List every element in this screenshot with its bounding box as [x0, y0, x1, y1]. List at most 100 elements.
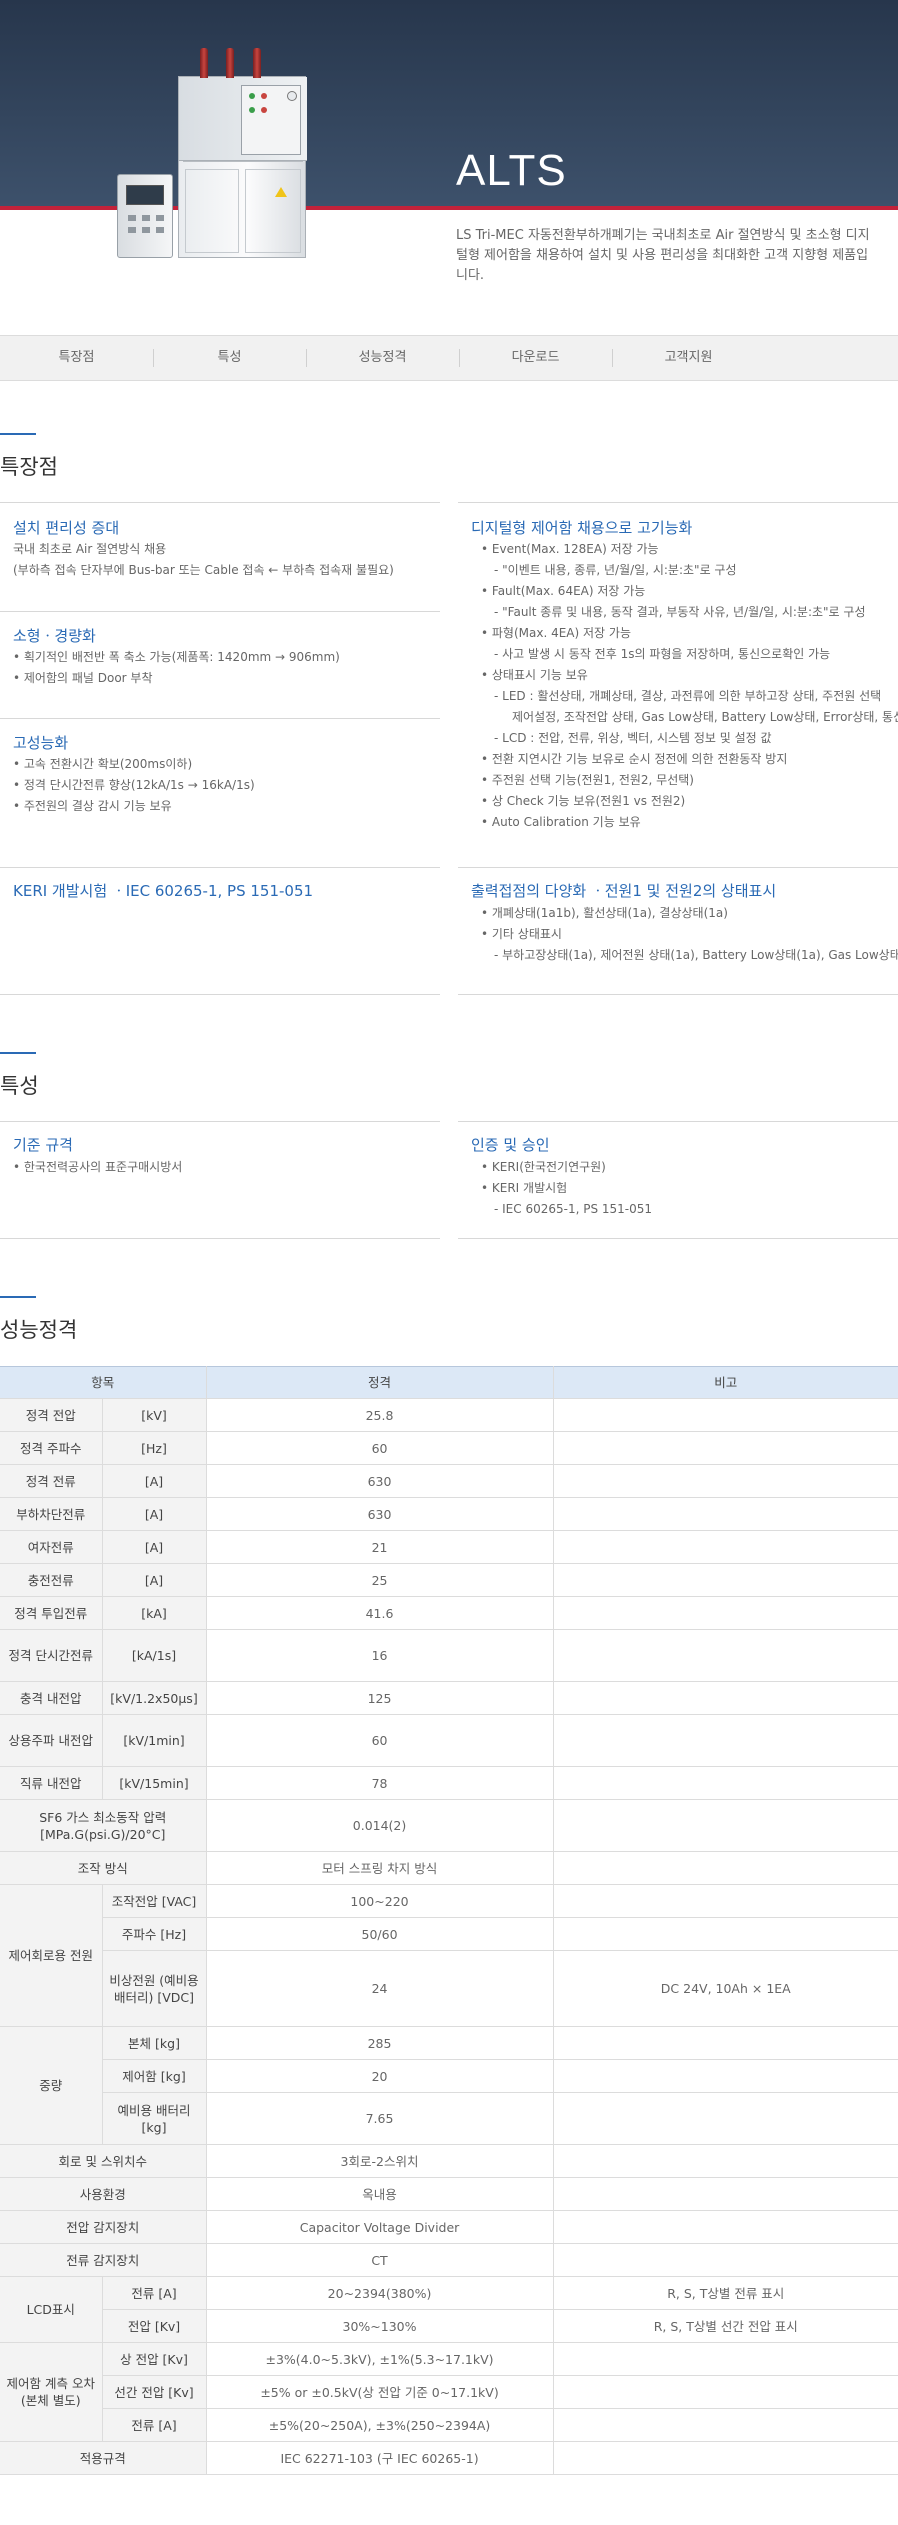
tab-characteristics[interactable]: 특성: [153, 336, 306, 380]
row-value: 25.8: [205, 1398, 554, 1432]
feature-title: 기준 규격: [13, 1136, 73, 1154]
feature-line: • 제어함의 패널 Door 부착: [13, 671, 153, 685]
feature-title: 설치 편리성 증대: [13, 519, 120, 537]
row-note: [552, 1917, 898, 1951]
feature-line: • Event(Max. 128EA) 저장 가능: [481, 542, 659, 556]
row-sub-label: 전류 [A]: [101, 2276, 207, 2310]
feature-line: - IEC 60265-1, PS 151-051: [494, 1202, 653, 1216]
tab-support[interactable]: 고객지원: [612, 336, 765, 380]
page-title: ALTS: [456, 146, 567, 195]
row-label: 적용규격: [0, 2441, 207, 2475]
feature-line: - LCD : 전압, 전류, 위상, 벡터, 시스템 정보 및 설정 값: [494, 731, 772, 745]
row-value: 125: [205, 1681, 554, 1715]
table-body: 정격 전압 [kV] 25.8 정격 주파수 [Hz] 60 정격 전류 [A] 630 부하차단…: [0, 1398, 898, 2475]
feature-block: 출력접점의 다양화 ㆍ전원1 및 전원2의 상태표시 • 개폐상태(1a1b),…: [458, 867, 898, 995]
row-note: [552, 1398, 898, 1432]
tab-ratings[interactable]: 성능정격: [306, 336, 459, 380]
row-value: 7.65: [205, 2092, 554, 2145]
row-note: [552, 2375, 898, 2409]
feature-line: • 기타 상태표시: [481, 927, 562, 941]
row-value: 100~220: [205, 1884, 554, 1918]
feature-line: • 파형(Max. 4EA) 저장 가능: [481, 626, 631, 640]
feature-title: 고성능화: [13, 734, 69, 752]
row-note: [552, 1596, 898, 1630]
tab-features[interactable]: 특장점: [0, 336, 153, 380]
table-row: 상용주파 내전압 [kV/1min] 60: [0, 1714, 898, 1767]
row-value: ±5% or ±0.5kV(상 전압 기준 0~17.1kV): [205, 2375, 554, 2409]
row-label: 충격 내전압: [0, 1681, 103, 1715]
row-label: 조작 방식: [0, 1851, 207, 1885]
row-note: [552, 2210, 898, 2244]
product-image: [178, 76, 307, 258]
table-row: 전류 감지장치 CT: [0, 2243, 898, 2277]
row-value: Capacitor Voltage Divider: [205, 2210, 554, 2244]
row-value: 옥내용: [205, 2177, 554, 2211]
row-value: 모터 스프링 차지 방식: [205, 1851, 554, 1885]
feature-line: • 주전원 선택 기능(전원1, 전원2, 무선택): [481, 773, 694, 787]
row-note: [552, 1714, 898, 1767]
table-row: 비상전원 (예비용 배터리) [VDC] 24 DC 24V, 10Ah × 1EA: [0, 1950, 898, 2027]
table-row: 사용환경 옥내용: [0, 2177, 898, 2211]
row-label: 부하차단전류: [0, 1497, 103, 1531]
table-row: 제어함 계측 오차 (본체 별도) 상 전압 [Kv] ±3%(4.0~5.3kV)…: [0, 2342, 898, 2442]
row-value: 16: [205, 1629, 554, 1682]
feature-block: 소형ㆍ경량화 • 획기적인 배전반 폭 축소 가능(제품폭: 1420mm → …: [0, 611, 440, 719]
row-label: 전류 감지장치: [0, 2243, 207, 2277]
row-value: 41.6: [205, 1596, 554, 1630]
feature-block: KERI 개발시험 ㆍIEC 60265-1, PS 151-051: [0, 867, 440, 995]
row-sub-label: 주파수 [Hz]: [102, 1917, 207, 1951]
table-row: 회로 및 스위치수 3회로-2스위치: [0, 2144, 898, 2178]
row-label: 전압 감지장치: [0, 2210, 207, 2244]
feature-line: • 고속 전환시간 확보(200ms이하): [13, 757, 193, 771]
feature-line: • 획기적인 배전반 폭 축소 가능(제품폭: 1420mm → 906mm): [13, 650, 340, 664]
table-row: 제어함 [kg] 20: [0, 2059, 898, 2093]
row-note: [552, 1431, 898, 1465]
row-sub-label: 본체 [kg]: [101, 2026, 207, 2060]
section-divider: [0, 1296, 36, 1298]
row-note: [552, 1563, 898, 1597]
table-row: 정격 주파수 [Hz] 60: [0, 1431, 898, 1465]
hero-description: LS Tri-MEC 자동전환부하개폐기는 국내최초로 Air 절연방식 및 초…: [456, 228, 870, 283]
row-unit: [kA/1s]: [101, 1629, 207, 1682]
table-row: 전압 [Kv] 30%~130% R, S, T상별 선간 전압 표시: [0, 2309, 898, 2343]
section-divider: [0, 433, 36, 435]
feature-block: 디지털형 제어함 채용으로 고기능화 • Event(Max. 128EA) 저…: [458, 502, 898, 859]
row-value: 30%~130%: [205, 2309, 554, 2343]
row-value: 630: [205, 1497, 554, 1531]
row-unit: [kV/15min]: [101, 1766, 207, 1800]
row-note: [552, 2243, 898, 2277]
feature-line: - "Fault 종류 및 내용, 동작 결과, 부동작 사유, 년/월/일, …: [494, 605, 866, 619]
row-sub-label: 상 전압 [Kv]: [101, 2342, 207, 2376]
row-unit: [A]: [101, 1497, 207, 1531]
feature-block: 고성능화 • 고속 전환시간 확보(200ms이하) • 정격 단시간전류 향상…: [0, 718, 440, 858]
row-value: 24: [205, 1950, 554, 2027]
column-header: 정격: [205, 1366, 554, 1399]
feature-line: 제어설정, 조작전압 상태, Gas Low상태, Battery Low상태,…: [512, 710, 898, 724]
row-label: 정격 주파수: [0, 1431, 103, 1465]
row-value: IEC 62271-103 (구 IEC 60265-1): [205, 2441, 554, 2475]
row-label: 정격 전압: [0, 1398, 103, 1432]
table-row: 정격 전압 [kV] 25.8: [0, 1398, 898, 1432]
ratings-table: 항목 정격 비고 정격 전압 [kV] 25.8 정격 주파수 [Hz] 60 정격 전류[…: [0, 1366, 898, 2475]
row-label: SF6 가스 최소동작 압력 [MPa.G(psi.G)/20°C]: [0, 1799, 207, 1852]
row-note: [552, 1464, 898, 1498]
row-note: [552, 1799, 898, 1852]
feature-title: 디지털형 제어함 채용으로 고기능화: [471, 519, 693, 537]
feature-title: KERI 개발시험 ㆍIEC 60265-1, PS 151-051: [13, 882, 314, 900]
row-note: [552, 2026, 898, 2060]
tab-download[interactable]: 다운로드: [459, 336, 612, 380]
row-note: [552, 1530, 898, 1564]
feature-block: 기준 규격 • 한국전력공사의 표준구매시방서: [0, 1121, 440, 1239]
section-divider: [0, 1052, 36, 1054]
row-unit: [A]: [101, 1530, 207, 1564]
row-label: 정격 투입전류: [0, 1596, 103, 1630]
column-header: 비고: [552, 1366, 898, 1399]
table-row: 제어회로용 전원 조작전압 [VAC] 100~220: [0, 1884, 898, 2027]
feature-block: 인증 및 승인 • KERI(한국전기연구원) • KERI 개발시험 - IE…: [458, 1121, 898, 1239]
feature-line: (부하측 접속 단자부에 Bus-bar 또는 Cable 접속 ← 부하측 접…: [13, 563, 394, 577]
row-note: [552, 1681, 898, 1715]
feature-title: 인증 및 승인: [471, 1136, 550, 1154]
row-sub-label: 제어함 [kg]: [102, 2059, 207, 2093]
row-unit: [kV/1.2x50μs]: [101, 1681, 207, 1715]
table-row: 충전전류 [A] 25: [0, 1563, 898, 1597]
